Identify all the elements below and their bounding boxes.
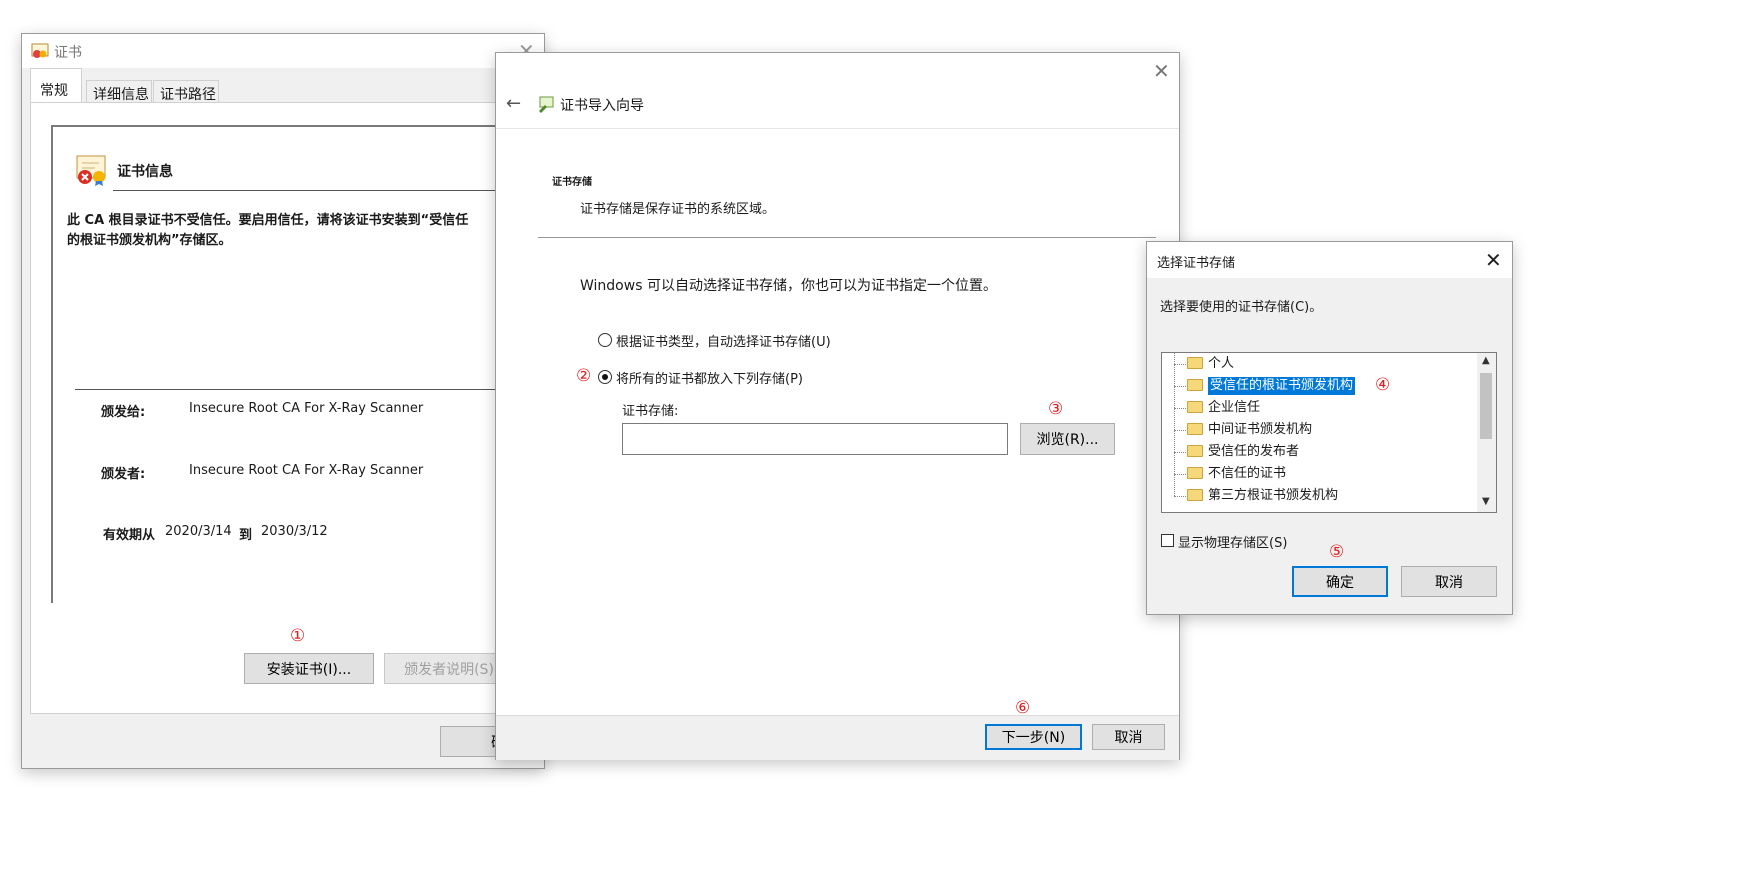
cert-info-heading: 证书信息 bbox=[117, 164, 173, 180]
show-physical-label[interactable]: 显示物理存储区(S) bbox=[1178, 532, 1287, 551]
tree-item[interactable]: 企业信任 bbox=[1162, 397, 1476, 419]
title-bar: 证书 ✕ bbox=[22, 34, 544, 68]
section-divider bbox=[538, 237, 1156, 238]
radio-manual-select[interactable] bbox=[598, 370, 612, 384]
header-divider bbox=[496, 128, 1179, 129]
wizard-cert-icon bbox=[539, 96, 554, 113]
valid-from-value: 2020/3/14 bbox=[165, 524, 232, 539]
valid-from-label: 有效期从 bbox=[103, 528, 156, 543]
tree-item-label: 受信任的根证书颁发机构 bbox=[1208, 377, 1356, 395]
section-description: 证书存储是保存证书的系统区域。 bbox=[580, 202, 776, 217]
folder-icon bbox=[1187, 379, 1203, 391]
install-cert-button[interactable]: 安装证书(I)... bbox=[244, 653, 374, 684]
step-marker-3: ③ bbox=[1048, 399, 1064, 419]
store-cancel-button[interactable]: 取消 bbox=[1401, 566, 1497, 597]
step-marker-5: ⑤ bbox=[1329, 542, 1345, 562]
details-divider bbox=[75, 389, 547, 390]
step-marker-6: ⑥ bbox=[1015, 698, 1031, 718]
dialog-title: 选择证书存储 bbox=[1157, 256, 1236, 271]
heading-divider bbox=[113, 190, 547, 191]
tree-connector bbox=[1174, 430, 1186, 431]
issued-by-value: Insecure Root CA For X-Ray Scanner bbox=[189, 463, 424, 478]
tree-connector bbox=[1174, 364, 1186, 365]
folder-icon bbox=[1187, 467, 1203, 479]
tree-scrollbar[interactable]: ▲ ▼ bbox=[1477, 353, 1496, 512]
select-store-dialog: 选择证书存储 ✕ 选择要使用的证书存储(C)。 个人受信任的根证书颁发机构 企业信… bbox=[1146, 241, 1513, 615]
tree-item[interactable]: 中间证书颁发机构 bbox=[1162, 419, 1476, 441]
show-physical-checkbox[interactable] bbox=[1161, 534, 1174, 547]
trust-warning-text: 此 CA 根目录证书不受信任。要启用信任，请将该证书安装到“受信任的根证书颁发机… bbox=[67, 213, 469, 248]
step-marker-1: ① bbox=[290, 626, 306, 646]
tree-item-label: 个人 bbox=[1208, 356, 1235, 371]
step-marker-4: ④ bbox=[1375, 375, 1391, 395]
step-marker-2: ② bbox=[576, 366, 592, 386]
back-arrow-icon[interactable]: ← bbox=[506, 93, 521, 114]
close-icon[interactable]: ✕ bbox=[1485, 248, 1502, 272]
tree-item[interactable]: 第三方根证书颁发机构 bbox=[1162, 485, 1476, 507]
cert-info-panel: 证书信息 此 CA 根目录证书不受信任。要启用信任，请将该证书安装到“受信任的根… bbox=[51, 125, 547, 603]
valid-to-label: 到 bbox=[239, 528, 253, 543]
browse-button[interactable]: 浏览(R)... bbox=[1020, 423, 1115, 455]
tree-connector bbox=[1174, 496, 1186, 497]
intro-text: Windows 可以自动选择证书存储，你也可以为证书指定一个位置。 bbox=[580, 278, 997, 294]
tree-item-label: 受信任的发布者 bbox=[1208, 444, 1300, 459]
issued-by-label: 颁发者: bbox=[101, 467, 146, 482]
window-title: 证书 bbox=[54, 45, 82, 61]
store-tree[interactable]: 个人受信任的根证书颁发机构 企业信任中间证书颁发机构 受信任的发布者 不信任的证书第三… bbox=[1161, 352, 1497, 513]
wizard-cancel-button[interactable]: 取消 bbox=[1092, 724, 1165, 750]
tab-cert-path[interactable]: 证书路径 bbox=[153, 80, 219, 104]
certificate-window: 证书 ✕ 常规 详细信息 证书路径 证书信息 此 CA 根目录证书不受信任。要启… bbox=[21, 33, 547, 769]
section-title: 证书存储 bbox=[552, 177, 592, 188]
store-input[interactable] bbox=[622, 423, 1008, 455]
store-ok-button[interactable]: 确定 bbox=[1292, 566, 1388, 597]
tree-item-label: 企业信任 bbox=[1208, 400, 1261, 415]
tree-item[interactable]: 不信任的证书 bbox=[1162, 463, 1476, 485]
tree-connector bbox=[1174, 386, 1186, 387]
certificate-warning-icon bbox=[76, 155, 106, 186]
tree-item[interactable]: 个人 bbox=[1162, 353, 1476, 375]
tab-details[interactable]: 详细信息 bbox=[86, 80, 152, 104]
valid-to-value: 2030/3/12 bbox=[261, 524, 328, 539]
tree-item-label: 不信任的证书 bbox=[1208, 466, 1287, 481]
store-prompt: 选择要使用的证书存储(C)。 bbox=[1160, 300, 1323, 315]
tree-item[interactable]: 受信任的发布者 bbox=[1162, 441, 1476, 463]
title-bar: 选择证书存储 ✕ bbox=[1147, 242, 1512, 278]
folder-icon bbox=[1187, 445, 1203, 457]
store-label: 证书存储: bbox=[622, 404, 679, 419]
radio-dot bbox=[602, 374, 608, 380]
folder-icon bbox=[1187, 401, 1203, 413]
import-wizard-window: ✕ ← 证书导入向导 证书存储 证书存储是保存证书的系统区域。 Windows … bbox=[495, 52, 1180, 760]
tree-item[interactable]: 受信任的根证书颁发机构 bbox=[1162, 375, 1476, 397]
issued-to-value: Insecure Root CA For X-Ray Scanner bbox=[189, 401, 424, 416]
tab-general[interactable]: 常规 bbox=[30, 68, 82, 102]
tree-item-label: 中间证书颁发机构 bbox=[1208, 422, 1313, 437]
scroll-up-icon[interactable]: ▲ bbox=[1482, 355, 1490, 366]
folder-icon bbox=[1187, 423, 1203, 435]
tree-connector bbox=[1174, 408, 1186, 409]
radio-auto-label[interactable]: 根据证书类型，自动选择证书存储(U) bbox=[616, 331, 831, 350]
tab-body: 证书信息 此 CA 根目录证书不受信任。要启用信任，请将该证书安装到“受信任的根… bbox=[30, 102, 547, 714]
close-icon[interactable]: ✕ bbox=[1153, 59, 1170, 83]
certificate-icon bbox=[31, 43, 49, 58]
scroll-thumb[interactable] bbox=[1480, 373, 1492, 439]
tree-item-label: 第三方根证书颁发机构 bbox=[1208, 488, 1339, 503]
next-button[interactable]: 下一步(N) bbox=[985, 724, 1082, 750]
tree-connector bbox=[1174, 452, 1186, 453]
tree-connector bbox=[1174, 474, 1186, 475]
wizard-title: 证书导入向导 bbox=[560, 98, 644, 114]
tree-vertical-connector bbox=[1174, 353, 1175, 496]
folder-icon bbox=[1187, 489, 1203, 501]
issued-to-label: 颁发给: bbox=[101, 405, 146, 420]
scroll-down-icon[interactable]: ▼ bbox=[1482, 496, 1490, 507]
folder-icon bbox=[1187, 357, 1203, 369]
radio-auto-select[interactable] bbox=[598, 333, 612, 347]
radio-manual-label[interactable]: 将所有的证书都放入下列存储(P) bbox=[616, 368, 803, 387]
